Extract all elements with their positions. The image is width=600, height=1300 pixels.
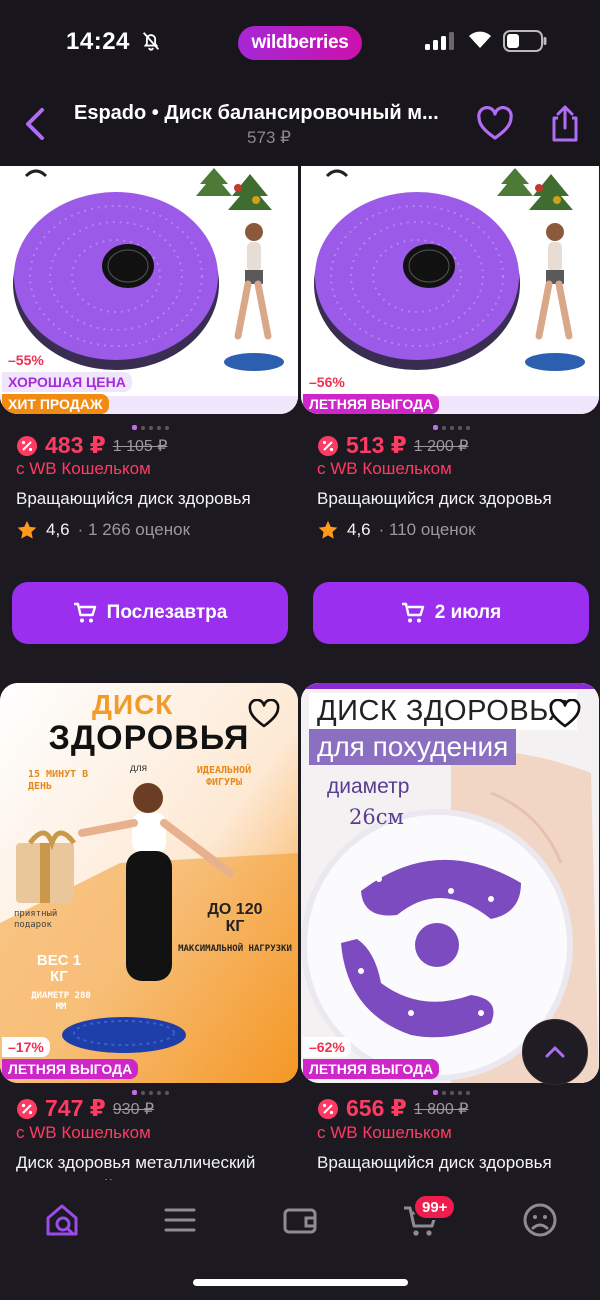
delivery-label: 2 июля: [434, 602, 502, 623]
image-pager: [0, 419, 300, 431]
discount-badge: –55%: [2, 350, 50, 370]
cart-count-badge: 99+: [413, 1194, 457, 1220]
share-icon[interactable]: [548, 104, 582, 144]
add-to-cart-button[interactable]: Послезавтра: [12, 582, 288, 644]
back-icon[interactable]: [18, 104, 54, 144]
profile-icon[interactable]: [520, 1200, 560, 1240]
page-title: Espado • Диск балансировочный м...: [74, 102, 439, 124]
product-card[interactable]: ДИСК ЗДОРОВЬЯ для похудения диаметр 26см…: [301, 683, 600, 1183]
product-card[interactable]: –55% ХОРОШАЯ ЦЕНА ХИТ ПРОДАЖ 483 ₽ 1 105…: [0, 166, 300, 646]
wallet-note: с WB Кошельком: [16, 1123, 151, 1142]
summer-deal-badge: ЛЕТНЯЯ ВЫГОДА: [303, 394, 440, 414]
rating-value: 4,6: [46, 520, 70, 539]
rating-value: 4,6: [347, 520, 371, 539]
wallet-icon: [318, 435, 338, 456]
summer-deal-badge: ЛЕТНЯЯ ВЫГОДА: [303, 1059, 440, 1079]
product-image[interactable]: ДИСК ЗДОРОВЬЯ для 15 МИНУТ В ДЕНЬ ИДЕАЛЬ…: [0, 683, 298, 1083]
wallet-note: с WB Кошельком: [16, 459, 151, 478]
review-count: · 110 оценок: [378, 520, 476, 539]
status-bar: 14:24 wildberries: [0, 0, 600, 88]
old-price: 1 800 ₽: [413, 1100, 469, 1118]
rating-row: 4,6 · 1 266 оценок: [16, 519, 190, 541]
chevron-up-icon: [545, 1046, 565, 1058]
price-row: 747 ₽ 930 ₽: [16, 1095, 154, 1122]
product-header: Espado • Диск балансировочный м... 573 ₽: [0, 88, 600, 166]
product-name[interactable]: Вращающийся диск здоровья: [317, 489, 599, 509]
discount-badge: –17%: [2, 1037, 50, 1057]
rating-row: 4,6 · 110 оценок: [317, 519, 476, 541]
price-row: 656 ₽ 1 800 ₽: [317, 1095, 468, 1122]
heart-icon[interactable]: [476, 106, 514, 142]
old-price: 930 ₽: [112, 1100, 155, 1118]
image-text-line1: ДИСК ЗДОРОВЬЯ: [309, 693, 577, 730]
product-card[interactable]: –56% ЛЕТНЯЯ ВЫГОДА 513 ₽ 1 200 ₽ с WB Ко…: [301, 166, 600, 646]
image-pager: [301, 419, 600, 431]
delivery-label: Послезавтра: [106, 602, 228, 623]
status-time: 14:24: [66, 28, 130, 55]
image-text-line2: для похудения: [309, 729, 517, 765]
image-text-diameter: ДИАМЕТР 280 ММ: [31, 991, 91, 1012]
favorite-icon[interactable]: [248, 699, 280, 729]
wifi-icon: [469, 31, 491, 48]
image-text-right: ИДЕАЛЬНОЙ ФИГУРЫ: [196, 765, 252, 788]
wallet-tab-icon[interactable]: [280, 1200, 320, 1240]
star-icon: [17, 520, 37, 539]
discount-badge: –56%: [303, 372, 351, 392]
image-text-load: ДО 120 КГ: [207, 901, 263, 935]
product-image[interactable]: –56% ЛЕТНЯЯ ВЫГОДА: [301, 166, 599, 414]
image-pager: [0, 1084, 300, 1096]
image-text-top: ДИСК: [92, 689, 174, 720]
price: 747 ₽: [45, 1095, 106, 1121]
product-card[interactable]: ДИСК ЗДОРОВЬЯ для 15 МИНУТ В ДЕНЬ ИДЕАЛЬ…: [0, 683, 300, 1186]
bell-off-icon: [142, 32, 160, 51]
image-text-left: 15 МИНУТ В ДЕНЬ: [28, 769, 89, 792]
image-text-weight: ВЕС 1 КГ: [36, 952, 82, 985]
image-text-for: для: [130, 763, 148, 774]
review-count: · 1 266 оценок: [77, 520, 191, 539]
image-text-load-sub: МАКСИМАЛЬНОЙ НАГРУЗКИ: [178, 944, 292, 954]
cart-icon: [401, 602, 424, 623]
product-image[interactable]: –55% ХОРОШАЯ ЦЕНА ХИТ ПРОДАЖ: [0, 166, 298, 414]
wallet-icon: [17, 1098, 37, 1119]
favorite-icon[interactable]: [549, 699, 581, 729]
price-row: 513 ₽ 1 200 ₽: [317, 432, 468, 459]
wallet-icon: [318, 1098, 338, 1119]
add-to-cart-button[interactable]: 2 июля: [313, 582, 589, 644]
star-icon: [318, 520, 338, 539]
product-name[interactable]: Диск здоровья металлический: [16, 1153, 298, 1173]
old-price: 1 200 ₽: [413, 437, 469, 455]
wallet-icon: [17, 435, 37, 456]
wallet-note: с WB Кошельком: [317, 459, 452, 478]
summer-deal-badge: ЛЕТНЯЯ ВЫГОДА: [2, 1059, 139, 1079]
image-text-line3: диаметр: [327, 775, 410, 798]
cart-icon: [73, 602, 96, 623]
wallet-note: с WB Кошельком: [317, 1123, 452, 1142]
product-name[interactable]: Вращающийся диск здоровья: [317, 1153, 599, 1173]
bestseller-badge: ХИТ ПРОДАЖ: [2, 394, 109, 414]
signal-icon: [425, 32, 454, 50]
scroll-to-top-button[interactable]: [522, 1019, 588, 1085]
price: 513 ₽: [346, 432, 407, 458]
price-row: 483 ₽ 1 105 ₽: [16, 432, 167, 459]
battery-icon: [503, 30, 547, 52]
brand-pill: wildberries: [238, 26, 362, 60]
catalog-icon[interactable]: [160, 1200, 200, 1240]
image-text-gift: приятный подарок: [14, 909, 58, 930]
home-search-icon[interactable]: [42, 1200, 82, 1240]
price: 483 ₽: [45, 432, 106, 458]
page-subtitle-price: 573 ₽: [247, 128, 291, 147]
old-price: 1 105 ₽: [112, 437, 168, 455]
price: 656 ₽: [346, 1095, 407, 1121]
image-text-line4: 26см: [349, 805, 404, 829]
product-name[interactable]: Вращающийся диск здоровья: [16, 489, 298, 509]
discount-badge: –62%: [303, 1037, 351, 1057]
home-indicator: [193, 1279, 408, 1286]
good-price-badge: ХОРОШАЯ ЦЕНА: [2, 372, 132, 392]
